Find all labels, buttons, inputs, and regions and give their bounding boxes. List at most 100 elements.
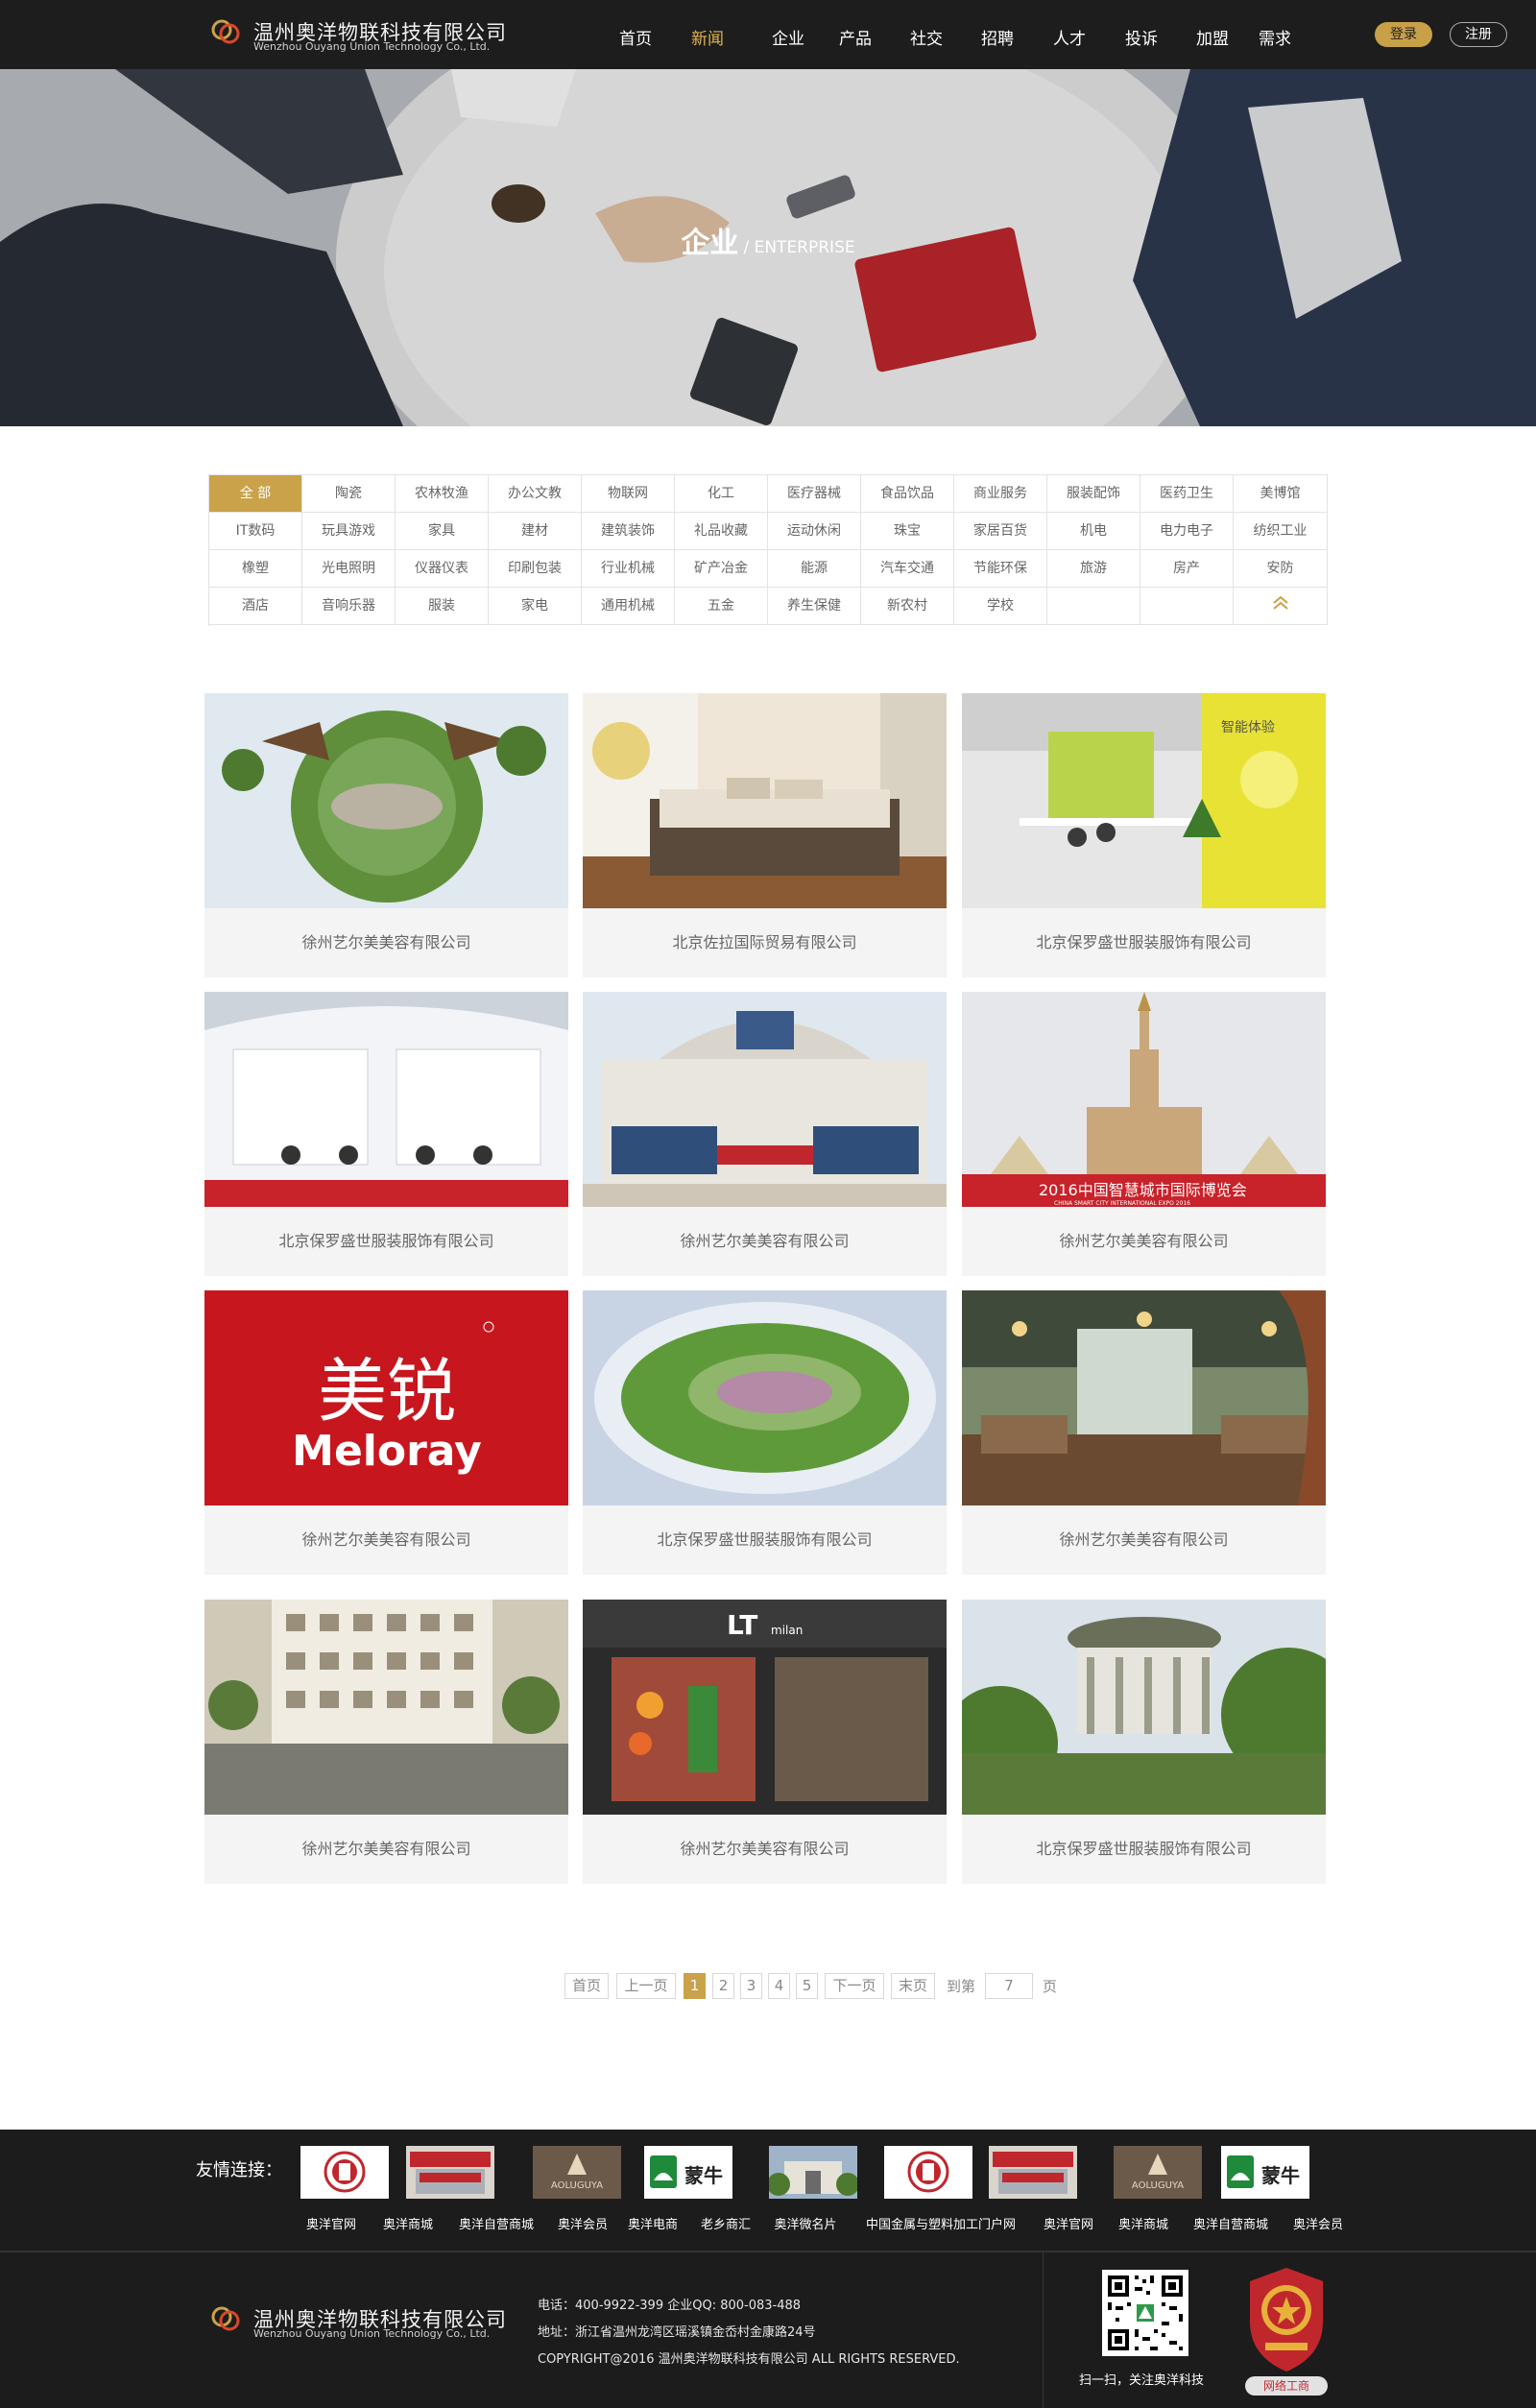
enterprise-card-title[interactable]: 北京佐拉国际贸易有限公司 [583,908,947,977]
enterprise-card-title[interactable]: 徐州艺尔美美容有限公司 [204,908,568,977]
friend-link[interactable]: 中国金属与塑料加工门户网 [866,2214,1016,2232]
enterprise-card[interactable]: 北京保罗盛世服装服饰有限公司 [204,992,568,1276]
category-item[interactable]: 电力电子 [1140,513,1234,550]
friend-link[interactable]: 奥洋会员 [558,2214,608,2232]
friend-link-logo-gate-building[interactable] [769,2146,857,2199]
category-item[interactable]: 服装 [396,588,489,625]
enterprise-card[interactable]: 智能体验 北京保罗盛世服装服饰有限公司 [962,693,1326,977]
category-item[interactable]: 酒店 [209,588,302,625]
category-item[interactable]: 陶瓷 [302,475,396,513]
friend-link-logo-aoluguya[interactable]: AOLUGUYA [533,2146,621,2199]
category-item[interactable]: 服装配饰 [1047,475,1140,513]
category-item[interactable]: 家居百货 [954,513,1047,550]
friend-link[interactable]: 奥洋自营商城 [1193,2214,1268,2232]
category-item[interactable]: 玩具游戏 [302,513,396,550]
category-item[interactable]: 美博馆 [1234,475,1328,513]
category-item[interactable]: 能源 [768,550,861,588]
category-item[interactable]: 橡塑 [209,550,302,588]
category-item[interactable]: 仪器仪表 [396,550,489,588]
page-first-button[interactable]: 首页 [564,1973,609,1999]
category-item[interactable]: 化工 [675,475,768,513]
enterprise-card-title[interactable]: 徐州艺尔美美容有限公司 [204,1815,568,1884]
page-number-3[interactable]: 3 [740,1973,762,1999]
category-item[interactable]: 家电 [489,588,582,625]
nav-item-complaint[interactable]: 投诉 [1125,25,1158,49]
category-item[interactable]: 旅游 [1047,550,1140,588]
nav-item-home[interactable]: 首页 [619,25,652,49]
page-number-5[interactable]: 5 [796,1973,818,1999]
enterprise-card-image[interactable]: LT milan [583,1600,947,1815]
category-item[interactable]: 医药卫生 [1140,475,1234,513]
category-item[interactable]: 建材 [489,513,582,550]
friend-link-logo-seal[interactable] [300,2146,389,2199]
category-item[interactable]: 五金 [675,588,768,625]
goto-page-input[interactable]: 7 [985,1973,1033,1999]
friend-link-logo-aoluguya[interactable]: AOLUGUYA [1114,2146,1202,2199]
category-item[interactable]: 建筑装饰 [582,513,675,550]
enterprise-card-title[interactable]: 徐州艺尔美美容有限公司 [962,1207,1326,1276]
enterprise-card-title[interactable]: 北京保罗盛世服装服饰有限公司 [583,1505,947,1575]
page-number-2[interactable]: 2 [712,1973,734,1999]
category-item[interactable]: 印刷包装 [489,550,582,588]
category-item[interactable]: 全 部 [209,475,302,513]
category-item[interactable]: 农林牧渔 [396,475,489,513]
category-item[interactable]: 食品饮品 [861,475,954,513]
enterprise-card[interactable]: 北京佐拉国际贸易有限公司 [583,693,947,977]
friend-link-logo-banner-red[interactable] [989,2146,1077,2199]
category-item[interactable]: 家具 [396,513,489,550]
nav-item-social[interactable]: 社交 [910,25,943,49]
enterprise-card-image[interactable] [204,1600,568,1815]
nav-item-demand[interactable]: 需求 [1259,25,1291,49]
category-item[interactable]: 光电照明 [302,550,396,588]
enterprise-card-title[interactable]: 徐州艺尔美美容有限公司 [583,1207,947,1276]
enterprise-card-image[interactable] [583,693,947,908]
friend-link[interactable]: 老乡商汇 [701,2214,751,2232]
category-item[interactable]: 学校 [954,588,1047,625]
enterprise-card[interactable]: 徐州艺尔美美容有限公司 [204,693,568,977]
brand-logo[interactable]: 温州奥洋物联科技有限公司 Wenzhou Ouyang Union Techno… [207,15,506,56]
category-item[interactable]: 礼品收藏 [675,513,768,550]
enterprise-card[interactable]: 徐州艺尔美美容有限公司 [962,1290,1326,1575]
category-item[interactable]: 汽车交通 [861,550,954,588]
category-item[interactable]: 节能环保 [954,550,1047,588]
enterprise-card[interactable]: 美锐 Meloray 徐州艺尔美美容有限公司 [204,1290,568,1575]
friend-link[interactable]: 奥洋商城 [383,2214,433,2232]
enterprise-card-title[interactable]: 徐州艺尔美美容有限公司 [962,1505,1326,1575]
friend-link-logo-banner-red[interactable] [406,2146,494,2199]
category-item[interactable]: 行业机械 [582,550,675,588]
enterprise-card-title[interactable]: 北京保罗盛世服装服饰有限公司 [962,1815,1326,1884]
friend-link[interactable]: 奥洋会员 [1293,2214,1343,2232]
nav-item-jobs[interactable]: 招聘 [981,25,1014,49]
category-item[interactable]: 纺织工业 [1234,513,1328,550]
nav-item-news[interactable]: 新闻 [691,25,724,49]
enterprise-card-title[interactable]: 北京保罗盛世服装服饰有限公司 [962,908,1326,977]
category-item[interactable]: 房产 [1140,550,1234,588]
business-license-badge-icon[interactable] [1240,2264,1332,2379]
category-item[interactable]: IT数码 [209,513,302,550]
enterprise-card-image[interactable]: 智能体验 [962,693,1326,908]
enterprise-card-image[interactable] [204,992,568,1207]
category-item[interactable]: 安防 [1234,550,1328,588]
category-item[interactable]: 办公文教 [489,475,582,513]
enterprise-card-image[interactable] [583,1290,947,1505]
enterprise-card-image[interactable] [962,1290,1326,1505]
collapse-categories-button[interactable] [1234,588,1328,625]
nav-item-products[interactable]: 产品 [839,25,872,49]
enterprise-card[interactable]: 徐州艺尔美美容有限公司 [583,992,947,1276]
enterprise-card[interactable]: 北京保罗盛世服装服饰有限公司 [962,1600,1326,1884]
register-button[interactable]: 注册 [1450,22,1507,47]
category-item[interactable]: 机电 [1047,513,1140,550]
category-item[interactable]: 音响乐器 [302,588,396,625]
friend-link-logo-seal[interactable] [884,2146,972,2199]
page-number-4[interactable]: 4 [768,1973,790,1999]
friend-link[interactable]: 奥洋官网 [306,2214,356,2232]
category-item[interactable]: 珠宝 [861,513,954,550]
friend-link[interactable]: 奥洋官网 [1044,2214,1093,2232]
enterprise-card[interactable]: LT milan 徐州艺尔美美容有限公司 [583,1600,947,1884]
friend-link-logo-mengniu[interactable]: 蒙牛 [644,2146,732,2199]
friend-link[interactable]: 奥洋微名片 [774,2214,836,2232]
category-item[interactable]: 运动休闲 [768,513,861,550]
friend-link-logo-mengniu[interactable]: 蒙牛 [1221,2146,1309,2199]
category-item[interactable]: 矿产冶金 [675,550,768,588]
page-number-1[interactable]: 1 [684,1973,706,1999]
